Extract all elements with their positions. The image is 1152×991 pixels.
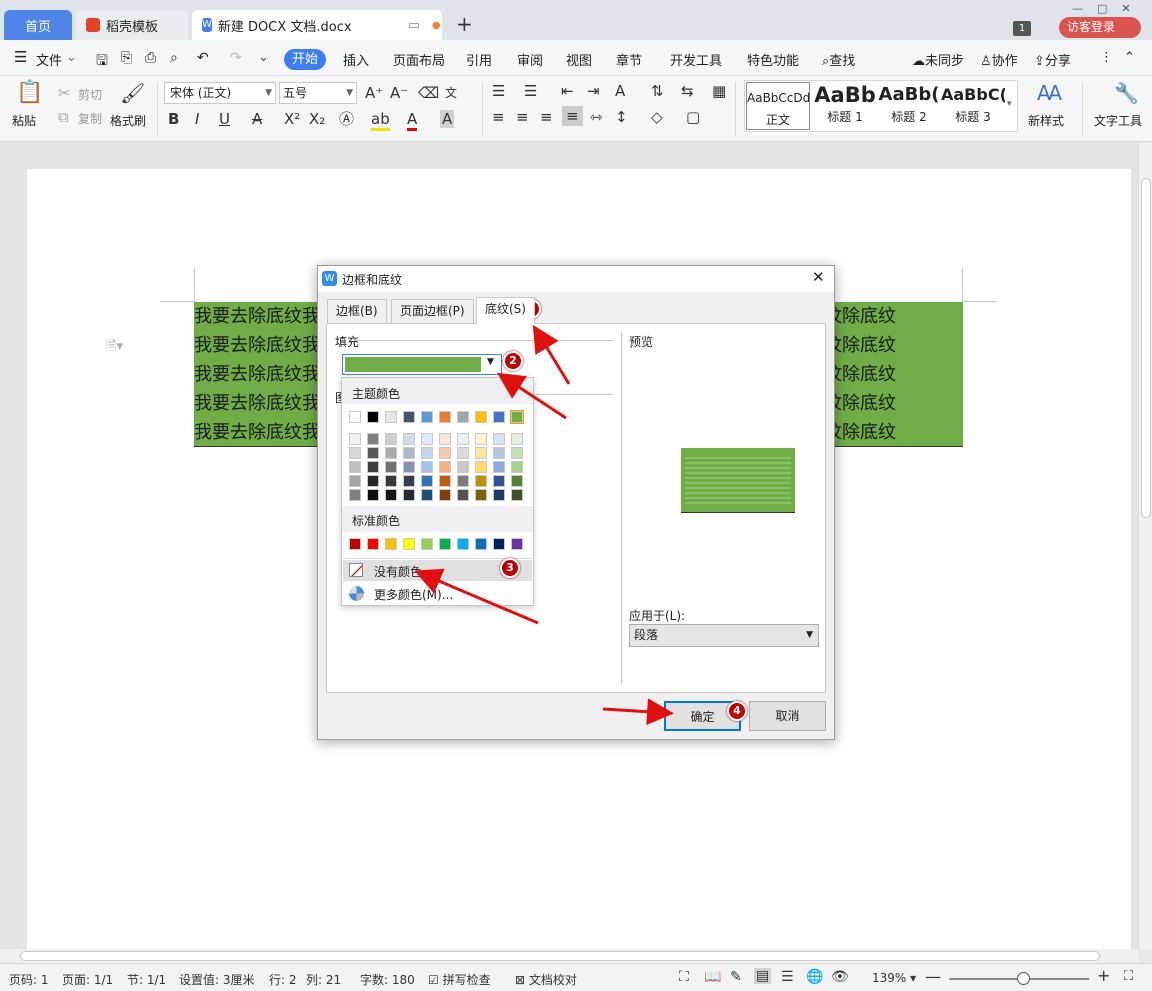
annotation-arrows — [414, 324, 674, 726]
arrow-4 — [602, 698, 674, 726]
tab-shading[interactable]: 底纹(S) — [476, 297, 535, 324]
annotation-badge-2: 2 — [503, 351, 523, 371]
arrow-3 — [414, 568, 539, 625]
arrow-2 — [496, 372, 567, 420]
annotation-badge-4: 4 — [727, 701, 747, 721]
arrow-1 — [532, 324, 571, 385]
annotation-badge-3: 3 — [500, 558, 520, 578]
